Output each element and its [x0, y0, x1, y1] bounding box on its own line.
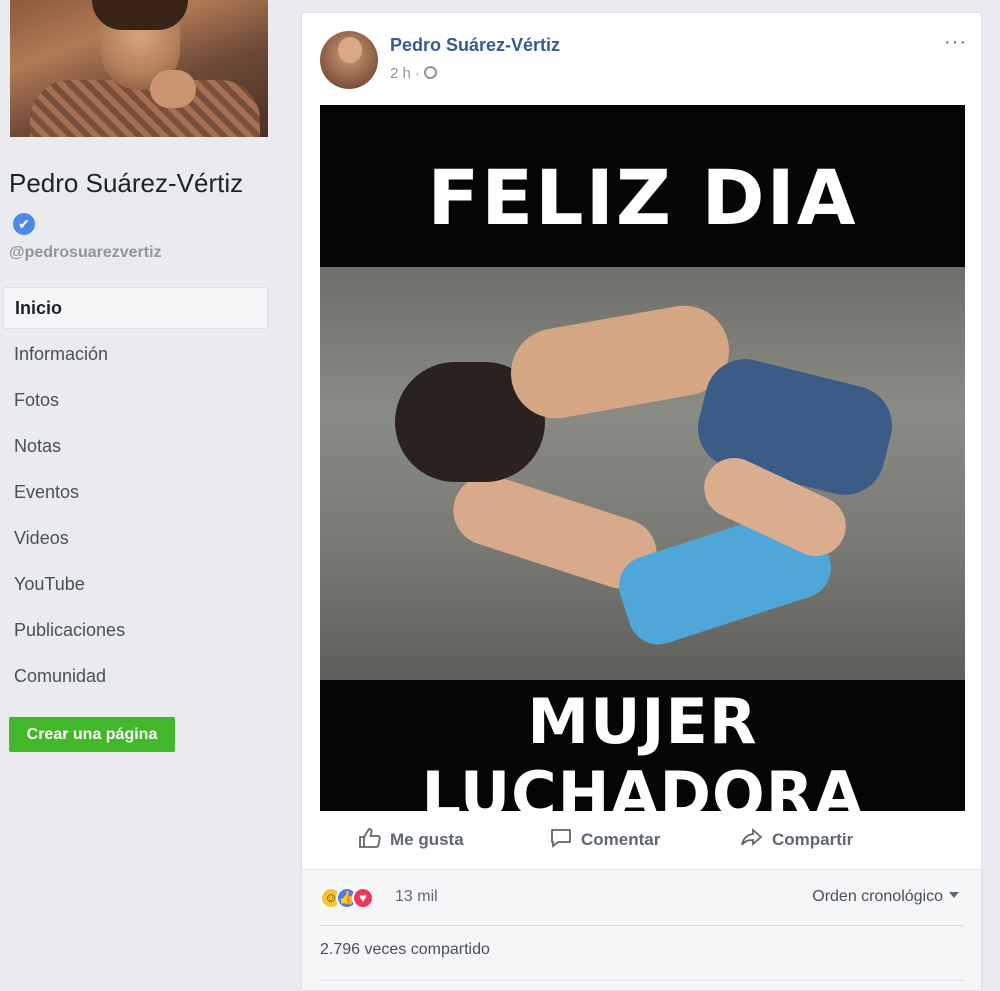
image-caption-top: FELIZ DIA [427, 153, 858, 242]
post-image[interactable]: FELIZ DIA MUJER LUCHADORA [320, 105, 965, 811]
left-column: Pedro Suárez-Vértiz✔ @pedrosuarezvertiz … [0, 0, 283, 991]
globe-icon [424, 66, 438, 79]
image-scene [320, 267, 965, 680]
nav-item-fotos[interactable]: Fotos [3, 379, 268, 425]
create-page-button[interactable]: Crear una página [9, 717, 175, 752]
post-meta: 2 h · [390, 65, 438, 82]
nav-item-comunidad[interactable]: Comunidad [3, 655, 268, 701]
more-options-icon[interactable]: ··· [944, 31, 967, 54]
author-avatar[interactable] [320, 31, 378, 89]
comment-order-dropdown[interactable]: Orden cronológico [812, 888, 959, 906]
post-author-link[interactable]: Pedro Suárez-Vértiz [390, 35, 560, 56]
divider [320, 980, 965, 981]
page-handle[interactable]: @pedrosuarezvertiz [9, 244, 162, 262]
nav-item-informacion[interactable]: Información [3, 333, 268, 379]
reaction-icons[interactable]: ☺👍 ♥ [320, 887, 374, 909]
comment-label: Comentar [581, 830, 661, 849]
post-actions: Me gusta Comentar Compartir [320, 821, 965, 865]
image-caption-bottom: MUJER LUCHADORA [421, 685, 864, 811]
nav-item-videos[interactable]: Videos [3, 517, 268, 563]
nav-item-youtube[interactable]: YouTube [3, 563, 268, 609]
page-title[interactable]: Pedro Suárez-Vértiz ✔ [9, 163, 269, 243]
caret-down-icon [949, 892, 959, 898]
profile-picture-hand [150, 70, 196, 108]
comment-icon [551, 829, 571, 848]
share-icon [741, 828, 763, 846]
post-card: Pedro Suárez-Vértiz 2 h · ··· FELIZ DIA … [301, 12, 982, 991]
nav-item-inicio[interactable]: Inicio [3, 287, 268, 329]
share-button[interactable]: Compartir [740, 827, 853, 852]
like-button[interactable]: Me gusta [358, 827, 464, 852]
order-label: Orden cronológico [812, 888, 943, 905]
page-nav: Inicio Información Fotos Notas Eventos V… [3, 287, 268, 701]
share-count[interactable]: 2.796 veces compartido [320, 941, 490, 959]
nav-item-publicaciones[interactable]: Publicaciones [3, 609, 268, 655]
share-label: Compartir [772, 830, 854, 849]
profile-picture[interactable] [10, 0, 268, 137]
nav-item-notas[interactable]: Notas [3, 425, 268, 471]
page-title-text: Pedro Suárez-Vértiz [9, 168, 244, 198]
meta-separator: · [415, 65, 421, 82]
like-label: Me gusta [390, 830, 464, 849]
thumbs-up-icon [359, 828, 381, 848]
reaction-count[interactable]: 13 mil [395, 888, 438, 906]
column-gutter [283, 0, 301, 991]
nav-item-eventos[interactable]: Eventos [3, 471, 268, 517]
profile-picture-hair [92, 0, 188, 30]
divider [320, 925, 965, 926]
verified-badge-icon: ✔ [13, 213, 35, 235]
comment-button[interactable]: Comentar [549, 827, 660, 852]
reactions-bar: ☺👍 ♥ 13 mil Orden cronológico 2.796 veces… [302, 869, 981, 990]
love-icon: ♥ [352, 887, 374, 909]
post-timestamp[interactable]: 2 h [390, 65, 411, 82]
